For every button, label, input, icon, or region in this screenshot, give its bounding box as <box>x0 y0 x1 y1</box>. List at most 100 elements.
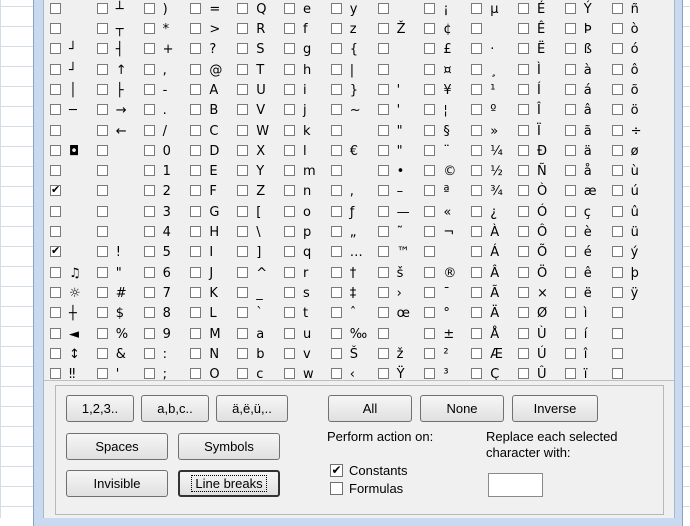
char-checkbox[interactable] <box>611 205 623 217</box>
char-option[interactable]: Ò <box>518 182 564 202</box>
char-checkbox[interactable] <box>471 165 483 177</box>
char-option[interactable]: ž <box>377 345 424 365</box>
char-option[interactable]: Õ <box>518 243 564 263</box>
char-checkbox[interactable] <box>564 83 576 95</box>
char-checkbox[interactable] <box>237 165 249 177</box>
char-checkbox[interactable] <box>284 307 295 319</box>
char-checkbox[interactable] <box>330 246 342 258</box>
char-option[interactable]: │ <box>50 81 96 101</box>
char-checkbox[interactable] <box>190 246 202 258</box>
char-checkbox[interactable] <box>284 144 295 156</box>
char-checkbox[interactable] <box>611 165 623 177</box>
char-checkbox[interactable] <box>237 83 249 95</box>
char-checkbox[interactable] <box>284 226 295 237</box>
char-option[interactable]: \ <box>237 223 283 243</box>
symbols-button[interactable]: Symbols <box>178 433 280 460</box>
char-checkbox[interactable] <box>377 165 389 177</box>
char-option[interactable]: Ã <box>471 284 517 304</box>
char-option[interactable]: ¼ <box>471 142 517 162</box>
char-option[interactable] <box>330 162 377 182</box>
char-option[interactable]: ‼ <box>50 365 96 385</box>
char-checkbox[interactable] <box>143 165 155 177</box>
char-checkbox[interactable] <box>284 205 295 217</box>
char-checkbox[interactable] <box>424 165 436 177</box>
char-option[interactable]: » <box>471 122 517 142</box>
char-option[interactable]: } <box>330 81 377 101</box>
char-checkbox[interactable] <box>377 124 389 136</box>
char-option[interactable]: ª <box>424 182 470 202</box>
char-checkbox[interactable] <box>564 104 576 116</box>
char-option[interactable]: ' <box>377 81 424 101</box>
char-checkbox[interactable] <box>190 43 202 55</box>
char-option[interactable]: ± <box>424 325 470 345</box>
char-checkbox[interactable] <box>424 266 436 278</box>
char-option[interactable]: › <box>377 284 424 304</box>
char-checkbox[interactable] <box>611 368 623 380</box>
char-checkbox[interactable] <box>190 2 202 14</box>
char-option[interactable]: > <box>190 20 236 40</box>
char-checkbox[interactable] <box>143 83 155 95</box>
char-checkbox[interactable] <box>143 63 155 75</box>
char-checkbox[interactable] <box>330 286 342 298</box>
char-option[interactable]: Ê <box>518 20 564 40</box>
char-checkbox[interactable] <box>330 2 342 14</box>
char-option[interactable] <box>377 61 424 81</box>
char-checkbox[interactable] <box>518 144 529 156</box>
char-checkbox[interactable] <box>190 63 202 75</box>
replacement-input[interactable] <box>488 473 543 497</box>
char-checkbox[interactable] <box>143 266 155 278</box>
char-option[interactable]: ¥ <box>424 81 470 101</box>
char-checkbox[interactable] <box>611 2 623 14</box>
char-option[interactable]: ¢ <box>424 20 470 40</box>
char-checkbox[interactable] <box>564 165 576 177</box>
char-option[interactable]: ! <box>96 243 143 263</box>
char-checkbox[interactable] <box>471 23 483 34</box>
char-checkbox[interactable] <box>424 246 436 258</box>
char-option[interactable]: ë <box>564 284 611 304</box>
char-option[interactable]: . <box>143 101 190 121</box>
char-option[interactable]: N <box>190 345 236 365</box>
char-checkbox[interactable] <box>50 226 61 237</box>
char-option[interactable]: ï <box>564 365 611 385</box>
char-option[interactable]: , <box>143 61 190 81</box>
spaces-button[interactable]: Spaces <box>66 433 168 460</box>
char-checkbox[interactable] <box>611 307 623 319</box>
char-checkbox[interactable] <box>518 43 529 55</box>
char-option[interactable]: o <box>284 203 330 223</box>
char-checkbox[interactable] <box>611 104 623 116</box>
char-checkbox[interactable] <box>564 266 576 278</box>
char-checkbox[interactable] <box>143 307 155 319</box>
char-option[interactable]: … <box>330 243 377 263</box>
char-checkbox[interactable] <box>143 23 155 34</box>
formulas-checkbox[interactable] <box>330 482 343 495</box>
char-checkbox[interactable] <box>50 205 61 217</box>
char-option[interactable]: 9 <box>143 325 190 345</box>
char-checkbox[interactable] <box>50 124 61 136</box>
char-option[interactable]: û <box>611 203 658 223</box>
char-option[interactable]: ─ <box>50 101 96 121</box>
char-option[interactable]: Ï <box>518 122 564 142</box>
char-option[interactable]: Â <box>471 264 517 284</box>
char-option[interactable]: i <box>284 81 330 101</box>
char-checkbox[interactable] <box>237 368 249 380</box>
char-option[interactable]: C <box>190 122 236 142</box>
char-option[interactable]: × <box>518 284 564 304</box>
char-checkbox[interactable] <box>518 63 529 75</box>
char-option[interactable]: „ <box>330 223 377 243</box>
char-option[interactable]: ú <box>611 182 658 202</box>
char-checkbox[interactable] <box>518 23 529 34</box>
char-checkbox[interactable] <box>564 124 576 136</box>
char-option[interactable]: " <box>96 264 143 284</box>
char-checkbox[interactable] <box>518 347 529 359</box>
char-checkbox[interactable] <box>190 347 202 359</box>
char-checkbox[interactable] <box>284 368 295 380</box>
char-checkbox[interactable] <box>50 327 61 339</box>
char-checkbox[interactable] <box>190 205 202 217</box>
char-checkbox[interactable] <box>330 63 342 75</box>
char-option[interactable]: k <box>284 122 330 142</box>
char-option[interactable]: R <box>237 20 283 40</box>
char-option[interactable]: ì <box>564 304 611 324</box>
char-checkbox[interactable] <box>611 124 623 136</box>
char-checkbox[interactable] <box>50 23 61 34</box>
char-checkbox[interactable] <box>96 307 108 319</box>
